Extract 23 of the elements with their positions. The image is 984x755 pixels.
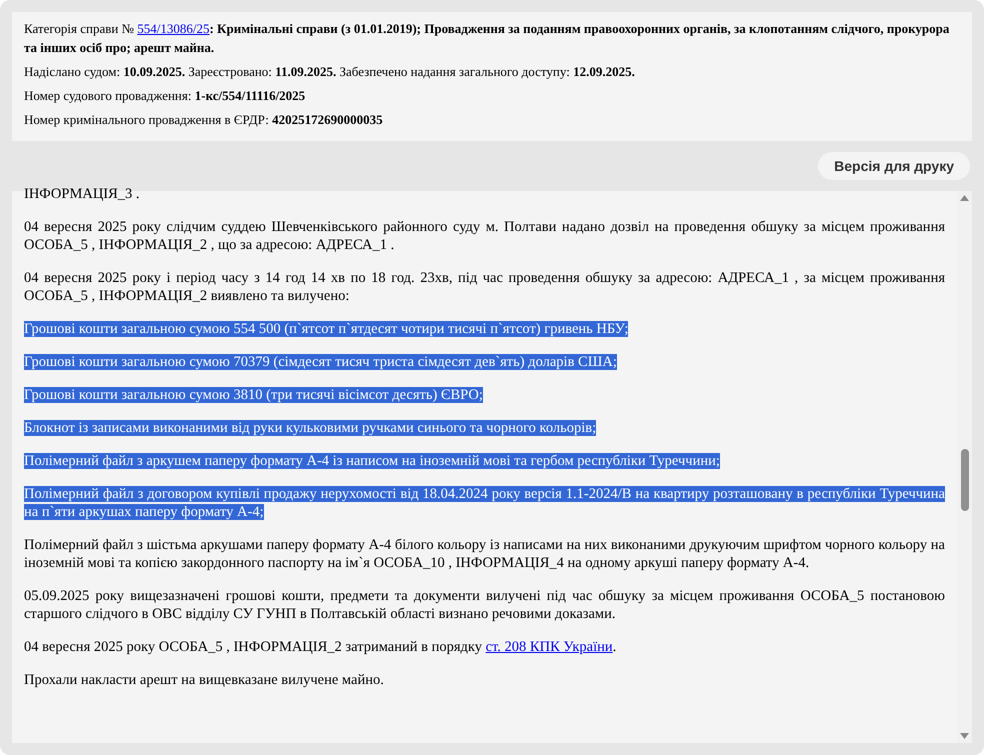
scroll-up-icon[interactable] xyxy=(960,195,969,201)
document-paragraph: Полімерний файл з шістьма аркушами паперу формату А-4 білого кольору із написами на них виконаними друкуючим шрифтом чорного кольору на іноземній мові та копією закордонного паспорту на ім`я ОСОБА_10 , ІНФОРМАЦІЯ_4 на одному аркуші паперу формату А-4. xyxy=(24,536,945,572)
document-paragraph: Полімерний файл з договором купівлі продажу нерухомості від 18.04.2024 року версія 1.1-2024/В на квартиру розташовану в республіки Туреччина на п`яти аркушах паперу формату А-4; xyxy=(24,485,945,521)
document-paragraph: Прохали накласти арешт на вищевказане вилучене майно. xyxy=(24,671,385,689)
document-paragraph: 04 вересня 2025 року ОСОБА_5 , ІНФОРМАЦІЯ_2 затриманий в порядку ст. 208 КПК України. xyxy=(24,638,618,656)
document-paragraph: 04 вересня 2025 року і період часу з 14 год 14 хв по 18 год. 23хв, під час проведення обшуку за адресою: АДРЕСА_1 , за місцем проживання ОСОБА_5 , ІНФОРМАЦІЯ_2 виявлено та вилучено: xyxy=(24,269,945,305)
case-info-line: Надіслано судом: 10.09.2025. Зареєстровано: 11.09.2025. Забезпечено надання загального доступу: 12.09.2025. xyxy=(24,63,636,81)
case-info-line: Номер кримінального провадження в ЄРДР: 42025172690000035 xyxy=(24,111,384,129)
document-paragraph: Блокнот із записами виконаними від руки кульковими ручками синього та чорного кольорів; xyxy=(24,419,598,437)
document-paragraph: 05.09.2025 року вищезазначені грошові кошти, предмети та документи вилучені під час обшуку за місцем проживання ОСОБА_5 постановою старшого слідчого в ОВС відділу СУ ГУНП в Полтавській області визнано речовими доказами. xyxy=(24,587,945,623)
case-info-line: Категорія справи № 554/13086/25: Кримінальні справи (з 01.01.2019); Провадження за поданням правоохоронних органів, за клопотанням слідчого, прокурора та інших осіб про; арешт майна. xyxy=(24,20,950,57)
link[interactable]: 554/13086/25 xyxy=(137,21,210,36)
document-paragraph: Грошові кошти загальною сумою 70379 (сімдесят тисяч триста сімдесят дев`ять) доларів США; xyxy=(24,353,618,371)
scroll-thumb[interactable] xyxy=(960,449,968,511)
print-version-button[interactable]: Версія для друку xyxy=(818,152,970,180)
document-paragraph: 04 вересня 2025 року слідчим суддею Шевченківського районного суду м. Полтави надано дозвіл на проведення обшуку за місцем проживання ОСОБА_5 , ІНФОРМАЦІЯ_2 , що за адресою: АДРЕСА_1 . xyxy=(24,218,945,254)
document-paragraph: Полімерний файл з аркушем паперу формату А-4 із написом на іноземній мові та гербом республіки Туреччини; xyxy=(24,452,721,470)
document-paragraph: Грошові кошти загальною сумою 3810 (три тисячі вісімсот десять) ЄВРО; xyxy=(24,386,484,404)
case-info-line: Номер судового провадження: 1-кс/554/11116/2025 xyxy=(24,87,306,105)
document-paragraph: ІНФОРМАЦІЯ_3 . xyxy=(24,185,141,203)
scroll-down-icon[interactable] xyxy=(960,733,969,739)
document-paragraph: Грошові кошти загальною сумою 554 500 (п`ятсот п`ятдесят чотири тисячі п`ятсот) гривень НБУ; xyxy=(24,320,630,338)
link[interactable]: ст. 208 КПК України xyxy=(486,639,613,655)
